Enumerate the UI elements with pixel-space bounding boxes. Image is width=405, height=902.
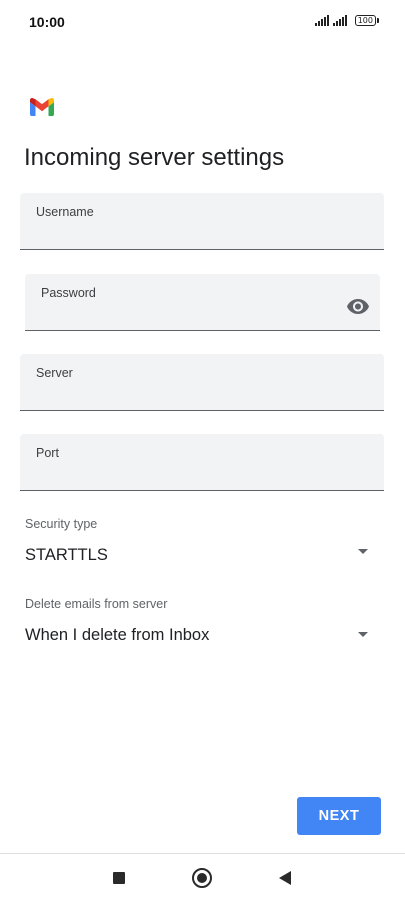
- gmail-logo: [30, 98, 54, 116]
- delete-emails-select[interactable]: When I delete from Inbox: [20, 616, 385, 656]
- chevron-down-icon: [358, 549, 368, 554]
- battery-icon: 100: [354, 15, 379, 26]
- server-label: Server: [36, 366, 73, 380]
- server-field[interactable]: Server: [20, 354, 384, 411]
- home-icon[interactable]: [192, 868, 212, 888]
- username-input[interactable]: [36, 221, 368, 243]
- username-field[interactable]: Username: [20, 193, 384, 250]
- chevron-down-icon: [358, 632, 368, 637]
- port-label: Port: [36, 446, 59, 460]
- next-button[interactable]: NEXT: [297, 797, 381, 835]
- security-type-label: Security type: [25, 517, 98, 531]
- back-icon[interactable]: [279, 871, 291, 885]
- delete-emails-label: Delete emails from server: [25, 597, 168, 611]
- status-icons: 100: [314, 14, 379, 26]
- page-title: Incoming server settings: [24, 144, 285, 171]
- security-type-select[interactable]: STARTTLS: [20, 536, 385, 576]
- status-bar: 10:00 100: [0, 0, 405, 44]
- nav-bar: [0, 854, 405, 902]
- port-input[interactable]: [36, 462, 368, 484]
- signal-icon: [314, 14, 329, 26]
- signal-icon: [332, 14, 347, 26]
- server-input[interactable]: [36, 382, 368, 404]
- port-field[interactable]: Port: [20, 434, 384, 491]
- security-type-value: STARTTLS: [25, 546, 108, 564]
- status-time: 10:00: [29, 14, 65, 30]
- recent-apps-icon[interactable]: [113, 872, 125, 884]
- password-label: Password: [41, 286, 96, 300]
- eye-icon[interactable]: [346, 294, 370, 318]
- password-input[interactable]: [41, 302, 334, 324]
- delete-emails-value: When I delete from Inbox: [25, 626, 210, 644]
- password-field[interactable]: Password: [25, 274, 380, 331]
- battery-level: 100: [354, 15, 376, 26]
- username-label: Username: [36, 205, 94, 219]
